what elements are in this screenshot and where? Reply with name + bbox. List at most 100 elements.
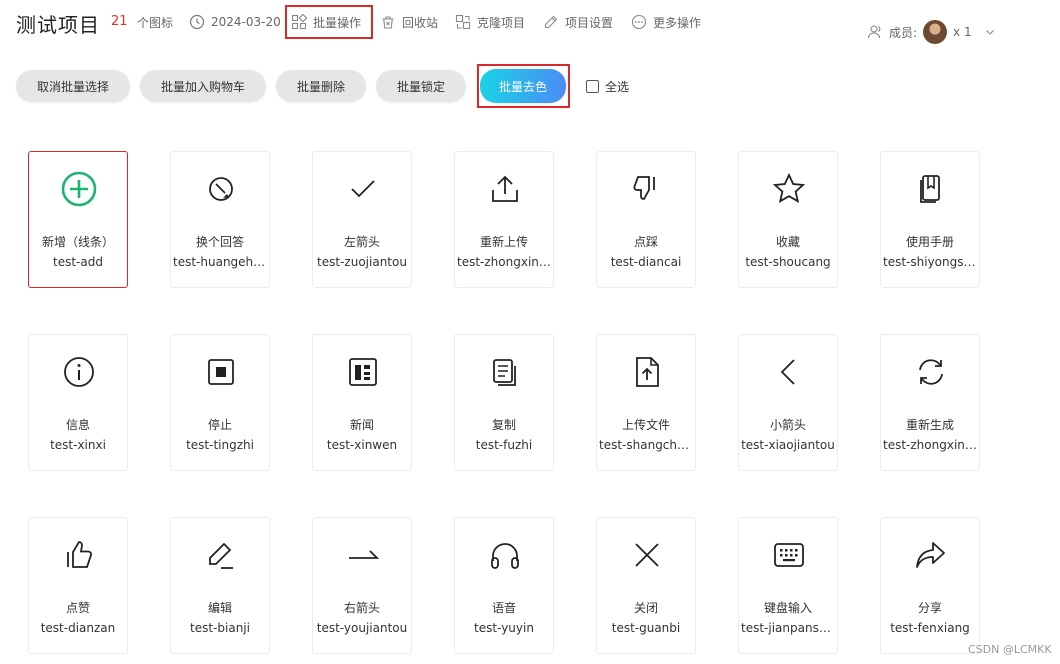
icon-card[interactable]: 换个回答 test-huangehuida — [170, 151, 270, 288]
members-dropdown[interactable]: 成员: x 1 — [867, 19, 996, 45]
keyboard-icon — [771, 537, 807, 573]
date-info: 2024-03-20 — [189, 13, 281, 31]
settings-label: 项目设置 — [565, 15, 614, 30]
icon-code: test-xinwen — [326, 438, 398, 452]
icon-name: 重新生成 — [905, 418, 954, 432]
icon-card[interactable]: 信息 test-xinxi — [28, 334, 128, 471]
icon-name: 关闭 — [633, 601, 658, 615]
icon-name: 停止 — [207, 418, 232, 432]
close-icon — [629, 537, 665, 573]
pencil-icon — [543, 14, 559, 30]
icon-card[interactable]: 点赞 test-dianzan — [28, 517, 128, 654]
icon-count: 21 — [111, 14, 128, 29]
icon-code: test-xiaojiantou — [741, 438, 835, 452]
icon-card[interactable]: 分享 test-fenxiang — [880, 517, 980, 654]
add-circle-icon — [61, 171, 97, 207]
share-icon — [913, 537, 949, 573]
trash-icon — [380, 14, 396, 30]
icon-count-label: 个图标 — [137, 16, 174, 30]
batch-lock-button[interactable]: 批量锁定 — [376, 70, 466, 102]
icon-card[interactable]: 左箭头 test-zuojiantou — [312, 151, 412, 288]
edit-icon — [203, 537, 239, 573]
icon-card[interactable]: 收藏 test-shoucang — [738, 151, 838, 288]
arrow-right-icon — [345, 537, 381, 573]
icon-card[interactable]: 上传文件 test-shangchuanwenjian — [596, 334, 696, 471]
icon-card[interactable]: 小箭头 test-xiaojiantou — [738, 334, 838, 471]
icon-card[interactable]: 键盘输入 test-jianpanshuru — [738, 517, 838, 654]
clock-icon — [189, 14, 205, 30]
settings-link[interactable]: 项目设置 — [543, 13, 613, 31]
icon-name: 分享 — [917, 601, 942, 615]
icon-code: test-zhongxinshengcheng — [883, 438, 977, 452]
icon-card[interactable]: 新增（线条） test-add — [28, 151, 128, 288]
clone-label: 克隆项目 — [477, 15, 526, 30]
header-bar: 测试项目 21 个图标 2024-03-20 批量操作 回收站 克隆项目 项目设… — [0, 0, 1060, 50]
icon-card[interactable]: 重新生成 test-zhongxinshengcheng — [880, 334, 980, 471]
icon-code: test-diancai — [610, 255, 682, 269]
more-icon — [631, 14, 647, 30]
batch-delete-button[interactable]: 批量删除 — [276, 70, 366, 102]
icon-card[interactable]: 右箭头 test-youjiantou — [312, 517, 412, 654]
icon-name: 点赞 — [65, 601, 90, 615]
icon-card[interactable]: 点踩 test-diancai — [596, 151, 696, 288]
upload-icon — [487, 171, 523, 207]
icon-code: test-huangehuida — [173, 255, 267, 269]
icon-code: test-shiyongshouce — [883, 255, 977, 269]
icon-name: 使用手册 — [905, 235, 954, 249]
icon-name: 新增（线条） — [41, 235, 114, 249]
icon-card[interactable]: 语音 test-yuyin — [454, 517, 554, 654]
icon-name: 编辑 — [207, 601, 232, 615]
icon-code: test-shangchuanwenjian — [599, 438, 693, 452]
select-all-label: 全选 — [605, 80, 630, 94]
icon-name: 换个回答 — [195, 235, 244, 249]
icon-card[interactable]: 关闭 test-guanbi — [596, 517, 696, 654]
members-count: x 1 — [953, 25, 972, 39]
members-label: 成员: — [889, 25, 918, 40]
thumbs-up-icon — [61, 537, 97, 573]
chevron-down-icon[interactable] — [984, 26, 996, 38]
icon-name: 新闻 — [349, 418, 374, 432]
icon-card[interactable]: 停止 test-tingzhi — [170, 334, 270, 471]
icon-code: test-bianji — [190, 621, 250, 635]
icon-card[interactable]: 使用手册 test-shiyongshouce — [880, 151, 980, 288]
icon-code: test-youjiantou — [316, 621, 408, 635]
avatar[interactable] — [923, 20, 948, 44]
icon-code: test-guanbi — [611, 621, 681, 635]
chevron-left-icon — [771, 354, 807, 390]
icon-code: test-yuyin — [474, 621, 534, 635]
select-all[interactable]: 全选 — [586, 78, 629, 95]
headphones-icon — [487, 537, 523, 573]
icon-name: 小箭头 — [769, 418, 806, 432]
decolor-highlight — [477, 64, 570, 108]
select-all-checkbox[interactable] — [586, 80, 599, 93]
batch-add-cart-button[interactable]: 批量加入购物车 — [140, 70, 266, 102]
info-icon — [61, 354, 97, 390]
stop-icon — [203, 354, 239, 390]
icon-name: 重新上传 — [479, 235, 528, 249]
icon-code: test-zuojiantou — [317, 255, 407, 269]
icon-code: test-fuzhi — [475, 438, 533, 452]
icon-code: test-add — [53, 255, 103, 269]
icon-card[interactable]: 重新上传 test-zhongxinshangchuan — [454, 151, 554, 288]
more-link[interactable]: 更多操作 — [631, 13, 701, 31]
news-icon — [345, 354, 381, 390]
icon-name: 上传文件 — [621, 418, 670, 432]
more-label: 更多操作 — [653, 15, 702, 30]
icon-name: 键盘输入 — [763, 601, 812, 615]
watermark: CSDN @LCMKK — [968, 643, 1052, 656]
icon-code: test-fenxiang — [890, 621, 970, 635]
icon-code: test-zhongxinshangchuan — [457, 255, 551, 269]
icon-name: 收藏 — [775, 235, 800, 249]
copy-icon — [487, 354, 523, 390]
icon-name: 右箭头 — [343, 601, 380, 615]
cancel-batch-button[interactable]: 取消批量选择 — [16, 70, 130, 102]
icon-name: 点踩 — [633, 235, 658, 249]
batch-ops-highlight — [285, 5, 373, 39]
refresh-answer-icon — [203, 171, 239, 207]
icon-card[interactable]: 编辑 test-bianji — [170, 517, 270, 654]
clone-link[interactable]: 克隆项目 — [455, 13, 525, 31]
icon-card[interactable]: 复制 test-fuzhi — [454, 334, 554, 471]
icon-code: test-tingzhi — [186, 438, 254, 452]
icon-card[interactable]: 新闻 test-xinwen — [312, 334, 412, 471]
recycle-link[interactable]: 回收站 — [380, 13, 438, 31]
